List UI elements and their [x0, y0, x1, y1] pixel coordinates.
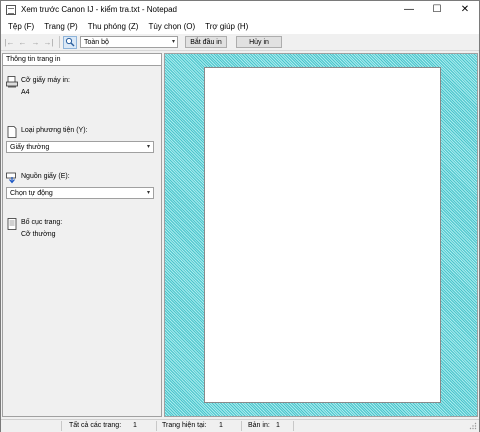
last-page-button[interactable]: →|	[43, 36, 54, 48]
next-page-button[interactable]: →	[30, 36, 41, 48]
window-title: Xem trước Canon IJ - kiểm tra.txt - Note…	[21, 5, 177, 14]
zoom-select[interactable]: Toàn bộ ▾	[80, 36, 178, 48]
resize-grip-icon[interactable]	[468, 422, 477, 431]
menu-file[interactable]: Tệp (F)	[3, 22, 39, 31]
current-page-label: Trang hiện tại:	[162, 422, 207, 429]
status-separator	[156, 421, 157, 431]
paper-icon	[6, 126, 18, 138]
app-icon	[6, 4, 16, 15]
paper-source-select[interactable]: Chọn tự động ▾	[6, 187, 154, 199]
menu-help[interactable]: Trợ giúp (H)	[200, 22, 253, 31]
page-layout-value: Cỡ thường	[21, 231, 56, 238]
menu-zoom[interactable]: Thu phóng (Z)	[83, 22, 144, 31]
zoom-select-value: Toàn bộ	[84, 38, 109, 46]
page-layout-label: Bố cục trang:	[21, 219, 63, 226]
toolbar: |← ← → →| Toàn bộ ▾ Bắt đầu in Hủy in	[1, 34, 479, 51]
copies-label: Bản in:	[248, 422, 270, 429]
copies-value: 1	[276, 422, 280, 429]
paper-size-label: Cỡ giấy máy in:	[21, 77, 70, 84]
zoom-tool-button[interactable]	[63, 35, 77, 49]
paper-size-section: Cỡ giấy máy in: A4	[6, 76, 158, 97]
maximize-button[interactable]: ☐	[423, 1, 451, 18]
print-info-panel: Thông tin trang in Cỡ giấy máy in: A4 Lo…	[2, 53, 162, 417]
title-bar: Xem trước Canon IJ - kiểm tra.txt - Note…	[1, 1, 479, 18]
menu-page[interactable]: Trang (P)	[39, 22, 83, 31]
minimize-button[interactable]: —	[395, 1, 423, 18]
cancel-print-button[interactable]: Hủy in	[236, 36, 282, 48]
chevron-down-icon: ▾	[171, 39, 175, 45]
page-layout-section: Bố cục trang: Cỡ thường	[6, 218, 158, 239]
close-button[interactable]: ✕	[451, 1, 479, 18]
media-type-label: Loại phương tiện (Y):	[21, 127, 88, 134]
previous-page-button[interactable]: ←	[17, 36, 28, 48]
status-bar: Tất cả các trang: 1 Trang hiện tại: 1 Bả…	[1, 419, 479, 432]
first-page-button[interactable]: |←	[4, 36, 15, 48]
total-pages-label: Tất cả các trang:	[69, 422, 122, 429]
paper-source-value: Chọn tự động	[10, 189, 53, 197]
preview-page	[204, 67, 441, 403]
menu-bar: Tệp (F) Trang (P) Thu phóng (Z) Tùy chọn…	[1, 18, 479, 34]
media-type-value: Giấy thường	[10, 143, 50, 151]
media-type-section: Loại phương tiện (Y): Giấy thường ▾	[6, 126, 158, 153]
status-separator	[293, 421, 294, 431]
current-page-value: 1	[219, 422, 223, 429]
preview-area[interactable]	[164, 53, 478, 417]
panel-header: Thông tin trang in	[3, 54, 161, 66]
start-print-button[interactable]: Bắt đầu in	[185, 36, 227, 48]
toolbar-separator	[59, 36, 60, 48]
magnifier-icon	[65, 37, 75, 47]
paper-source-label: Nguồn giấy (E):	[21, 173, 70, 180]
page-layout-icon	[6, 218, 18, 230]
preview-window: Xem trước Canon IJ - kiểm tra.txt - Note…	[0, 0, 480, 432]
paper-size-value: A4	[21, 89, 30, 96]
chevron-down-icon: ▾	[146, 144, 150, 150]
menu-options[interactable]: Tùy chọn (O)	[143, 22, 200, 31]
chevron-down-icon: ▾	[146, 190, 150, 196]
paper-feed-icon	[6, 172, 18, 184]
media-type-select[interactable]: Giấy thường ▾	[6, 141, 154, 153]
printer-paper-icon	[6, 76, 18, 88]
status-separator	[61, 421, 62, 431]
status-separator	[241, 421, 242, 431]
paper-source-section: Nguồn giấy (E): Chọn tự động ▾	[6, 172, 158, 199]
total-pages-value: 1	[133, 422, 137, 429]
